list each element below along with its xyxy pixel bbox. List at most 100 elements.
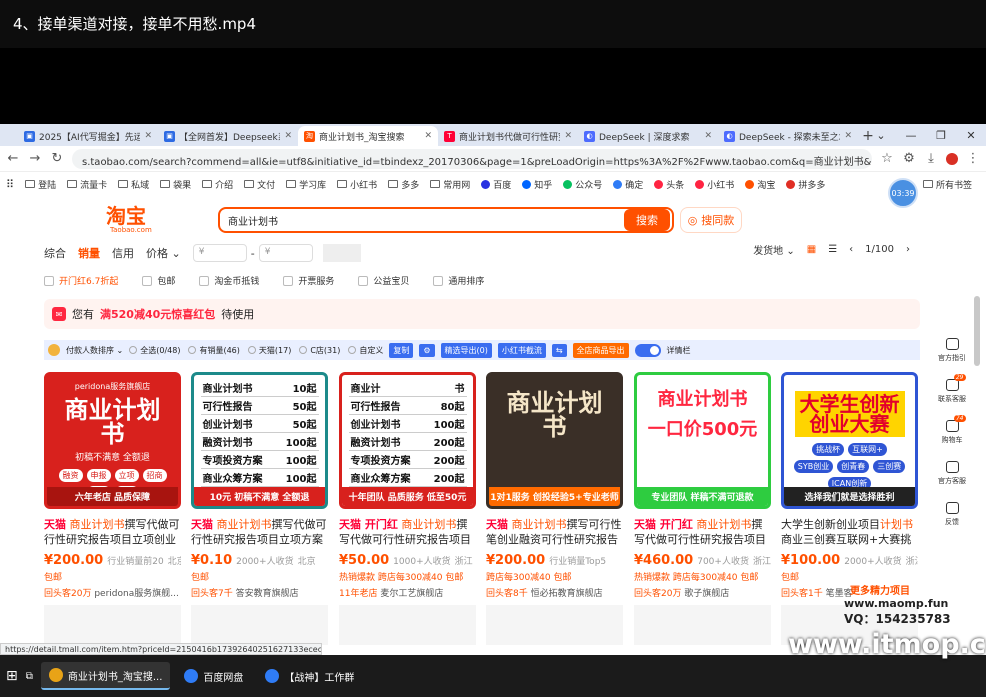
bookmark-item[interactable]: 学习库 xyxy=(286,178,326,191)
export-selected-button[interactable]: 精选导出(0) xyxy=(440,342,492,358)
settings-icon[interactable]: ⚙ xyxy=(419,343,435,357)
product-image[interactable]: 商业计书可行性报告 80起 创业计划书 100起 融资计划书 200起 专项投资方案 200起… xyxy=(339,372,476,509)
coupon-banner[interactable]: ✉ 您有 满520减40元惊喜红包 待使用 xyxy=(44,299,920,329)
menu-icon[interactable]: ⋮ xyxy=(966,151,980,166)
bookmark-item[interactable]: 多多 xyxy=(388,178,419,191)
filter-checkbox[interactable]: 公益宝贝 xyxy=(358,274,409,287)
filter-checkbox[interactable]: 通用排序 xyxy=(433,274,484,287)
tab-close-icon[interactable]: ✕ xyxy=(424,131,432,141)
product-image[interactable]: 商业计划书 10起 可行性报告 50起 创业计划书 50起 融资计划书 100起 专项投资方案 1… xyxy=(191,372,328,509)
product-card[interactable]: 商业计划书 1对1服务 创投经验5+专业老师天猫 商业计划书撰写可行性笔创业融资可… xyxy=(486,372,623,655)
product-title[interactable]: 天猫 商业计划书撰写代做可行性研究报告项目立项方案策... xyxy=(191,517,328,547)
sidebar-item[interactable]: 29 联系客服 xyxy=(938,374,966,404)
product-card[interactable]: 商业计书可行性报告 80起 创业计划书 100起 融资计划书 200起 专项投资方案 200起… xyxy=(339,372,476,655)
tab-close-icon[interactable]: ✕ xyxy=(144,131,152,141)
bookmark-item[interactable]: 文付 xyxy=(244,178,275,191)
price-min-input[interactable]: ¥ xyxy=(192,244,247,262)
bookmark-item[interactable]: 常用网 xyxy=(430,178,470,191)
product-image[interactable]: peridona服务旗舰店商业计划书初稿不满意 全额退融资申报立项招商创业投标六… xyxy=(44,372,181,509)
filter-checkbox[interactable]: 淘金币抵钱 xyxy=(199,274,259,287)
bookmark-item[interactable]: 介绍 xyxy=(202,178,233,191)
tab-5[interactable]: ◐ DeepSeek | 深度求索 ✕ xyxy=(578,126,718,146)
minimize-button[interactable]: — xyxy=(896,124,926,146)
tab-close-icon[interactable]: ✕ xyxy=(564,131,572,141)
list-view-icon[interactable]: ☰ xyxy=(828,244,837,255)
price-confirm[interactable] xyxy=(322,244,361,262)
tab-4[interactable]: T 商业计划书代做可行性研究 ✕ xyxy=(438,126,578,146)
filter-checkbox[interactable]: 开票服务 xyxy=(283,274,334,287)
profile-avatar[interactable] xyxy=(946,152,958,165)
sort-credit[interactable]: 信用 xyxy=(112,245,134,261)
sidebar-item[interactable]: 官方客服 xyxy=(938,461,966,486)
product-title[interactable]: 大学生创新创业项目计划书商业三创赛互联网+大赛挑战... xyxy=(781,517,918,547)
reload-icon[interactable]: ↻ xyxy=(50,151,64,166)
bookmark-item[interactable]: 小红书 xyxy=(695,178,734,191)
grid-view-icon[interactable]: ▦ xyxy=(807,244,816,255)
bookmark-item[interactable]: 拼多多 xyxy=(786,178,825,191)
detail-toggle[interactable] xyxy=(634,343,661,357)
sidebar-item[interactable]: 反馈 xyxy=(945,502,959,527)
back-icon[interactable]: ← xyxy=(6,151,20,166)
scrollbar[interactable] xyxy=(974,296,980,366)
bookmark-item[interactable]: 确定 xyxy=(613,178,643,191)
extensions-icon[interactable]: ⚙ xyxy=(902,151,916,166)
bookmark-item[interactable]: 私域 xyxy=(118,178,149,191)
tab-6[interactable]: ◐ DeepSeek - 探索未至之境 ✕ xyxy=(718,126,858,146)
collapse-icon[interactable]: ⌄ xyxy=(866,124,896,146)
bookmark-item[interactable]: 袋果 xyxy=(160,178,191,191)
sort-sales[interactable]: 销量 xyxy=(78,245,100,261)
shop-row[interactable]: 回头客8千 恒必拓教育旗舰店 xyxy=(486,586,623,599)
shop-row[interactable]: 回头客1千 笔墨客 xyxy=(781,586,918,599)
swap-icon[interactable]: ⇆ xyxy=(551,343,567,357)
product-card[interactable]: peridona服务旗舰店商业计划书初稿不满意 全额退融资申报立项招商创业投标六… xyxy=(44,372,181,655)
plugin-radio[interactable]: 天猫(17) xyxy=(247,345,291,356)
product-card[interactable]: 大学生创新 创业大赛 挑战杯 互联网+ SYB创业 创青春 三创赛 ICAN创新 选择我们就是… xyxy=(781,372,918,655)
filter-checkbox[interactable]: 包邮 xyxy=(142,274,175,287)
next-page-icon[interactable]: › xyxy=(906,244,910,255)
bookmark-item[interactable]: 流量卡 xyxy=(67,178,107,191)
filter-checkbox[interactable]: 开门红6.7折起 xyxy=(44,274,118,287)
bookmark-item[interactable]: 头条 xyxy=(654,178,684,191)
product-card[interactable]: 商业计划书 一口价500元 专业团队 样稿不满可退款 天猫 开门红 商业计划书撰写代做… xyxy=(634,372,771,655)
product-title[interactable]: 天猫 商业计划书撰写代做可行性研究报告项目立项创业融... xyxy=(44,517,181,547)
export-shop-button[interactable]: 全店商品导出 xyxy=(572,342,629,358)
shop-row[interactable]: 11年老店 麦尔工艺旗舰店 xyxy=(339,586,476,599)
task-view-icon[interactable]: ⧉ xyxy=(26,671,33,682)
product-image[interactable]: 商业计划书 1对1服务 创投经验5+专业老师 xyxy=(486,372,623,509)
sort-price[interactable]: 价格 ⌄ xyxy=(146,245,181,261)
apps-icon[interactable]: ⠿ xyxy=(6,178,14,191)
search-input[interactable]: 商业计划书 xyxy=(220,213,624,228)
product-title[interactable]: 天猫 开门红 商业计划书撰写代做可行性研究报告项目立项... xyxy=(339,517,476,547)
windows-start-icon[interactable]: ⊞ xyxy=(6,668,18,684)
tab-close-icon[interactable]: ✕ xyxy=(844,131,852,141)
bookmark-item[interactable]: 百度 xyxy=(481,178,511,191)
ship-from-dropdown[interactable]: 发货地 ⌄ xyxy=(753,242,795,257)
tab-2[interactable]: ▣ 【全网首发】Deepseek系列 ✕ xyxy=(158,126,298,146)
shop-row[interactable]: 回头客20万 歌子旗舰店 xyxy=(634,586,771,599)
shop-row[interactable]: 回头客7千 答安教育旗舰店 xyxy=(191,586,328,599)
xhs-button[interactable]: 小红书截流 xyxy=(497,342,546,358)
taobao-logo[interactable]: 淘宝 Taobao.com xyxy=(106,206,152,234)
forward-icon[interactable]: → xyxy=(28,151,42,166)
bookmark-item[interactable]: 知乎 xyxy=(522,178,552,191)
sort-default[interactable]: 综合 xyxy=(44,245,66,261)
product-title[interactable]: 天猫 开门红 商业计划书撰写代做可行性研究报告项目立项... xyxy=(634,517,771,547)
product-image[interactable]: 大学生创新 创业大赛 挑战杯 互联网+ SYB创业 创青春 三创赛 ICAN创新 选择我们就是… xyxy=(781,372,918,509)
price-max-input[interactable]: ¥ xyxy=(258,244,313,262)
plugin-radio[interactable]: 有销量(46) xyxy=(188,345,240,356)
tab-close-icon[interactable]: ✕ xyxy=(284,131,292,141)
tab-1[interactable]: ▣ 2025【AI代写掘金】先运 ✕ xyxy=(18,126,158,146)
taskbar-app[interactable]: 【战神】工作群 xyxy=(257,662,362,690)
taskbar-app[interactable]: 商业计划书_淘宝搜... xyxy=(40,662,171,690)
sidebar-item[interactable]: 官方指引 xyxy=(938,338,966,363)
bookmark-item[interactable]: 淘宝 xyxy=(745,178,775,191)
close-window-button[interactable]: ✕ xyxy=(956,124,986,146)
bookmark-star-icon[interactable]: ☆ xyxy=(880,151,894,166)
prev-page-icon[interactable]: ‹ xyxy=(849,244,853,255)
plugin-sort-dropdown[interactable]: 付款人数排序 ⌄ xyxy=(66,345,123,356)
product-title[interactable]: 天猫 商业计划书撰写可行性笔创业融资可行性研究报告项目可... xyxy=(486,517,623,547)
all-bookmarks[interactable]: 所有书签 xyxy=(922,178,972,191)
tab-close-icon[interactable]: ✕ xyxy=(704,131,712,141)
plugin-radio[interactable]: 全选(0/48) xyxy=(129,345,180,356)
plugin-radio[interactable]: C店(31) xyxy=(299,345,340,356)
